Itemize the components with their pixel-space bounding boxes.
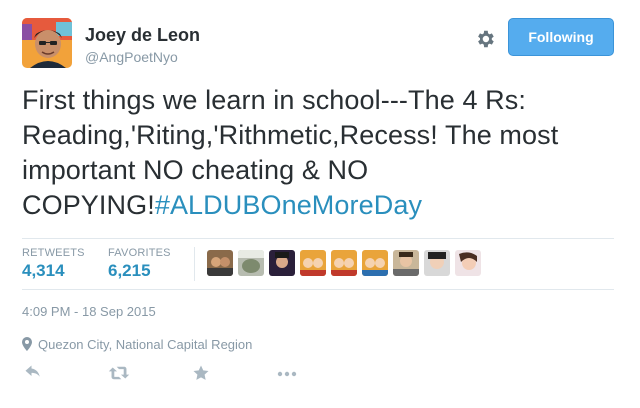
favorites-stat[interactable]: FAVORITES 6,215 [108,247,171,281]
display-name[interactable]: Joey de Leon [85,25,200,46]
favoriter-avatar[interactable] [393,250,419,276]
retweets-label: RETWEETS [22,247,85,259]
hashtag-link[interactable]: #ALDUBOneMoreDay [155,190,422,220]
gear-icon[interactable] [474,28,496,50]
tweet-text: First things we learn in school---The 4 … [22,83,622,223]
retweet-icon[interactable] [108,364,130,387]
avatar[interactable] [22,18,72,68]
retweets-stat[interactable]: RETWEETS 4,314 [22,247,85,281]
retweets-count: 4,314 [22,261,65,280]
more-icon[interactable] [276,364,298,387]
following-button[interactable]: Following [508,18,614,56]
reply-icon[interactable] [24,364,42,387]
tweet-location[interactable]: Quezon City, National Capital Region [22,337,252,354]
tweet-header: Joey de Leon @AngPoetNyo Following [22,18,618,70]
favoriter-avatar[interactable] [300,250,326,276]
tweet-timestamp[interactable]: 4:09 PM - 18 Sep 2015 [22,304,156,319]
tweet-actions [22,364,322,388]
location-label: Quezon City, National Capital Region [38,337,253,352]
favoriter-avatar[interactable] [331,250,357,276]
favoriter-avatar[interactable] [207,250,233,276]
favorites-label: FAVORITES [108,247,171,259]
favoriter-avatar[interactable] [424,250,450,276]
stats-divider [194,247,195,281]
favorites-count: 6,215 [108,261,151,280]
favoriter-avatar[interactable] [362,250,388,276]
favoriter-avatar[interactable] [269,250,295,276]
map-pin-icon [22,337,32,354]
tweet-stats: RETWEETS 4,314 FAVORITES 6,215 [22,238,614,290]
favoriter-avatar[interactable] [238,250,264,276]
star-icon[interactable] [192,364,210,387]
user-handle[interactable]: @AngPoetNyo [85,49,178,65]
favoriter-avatar[interactable] [455,250,481,276]
